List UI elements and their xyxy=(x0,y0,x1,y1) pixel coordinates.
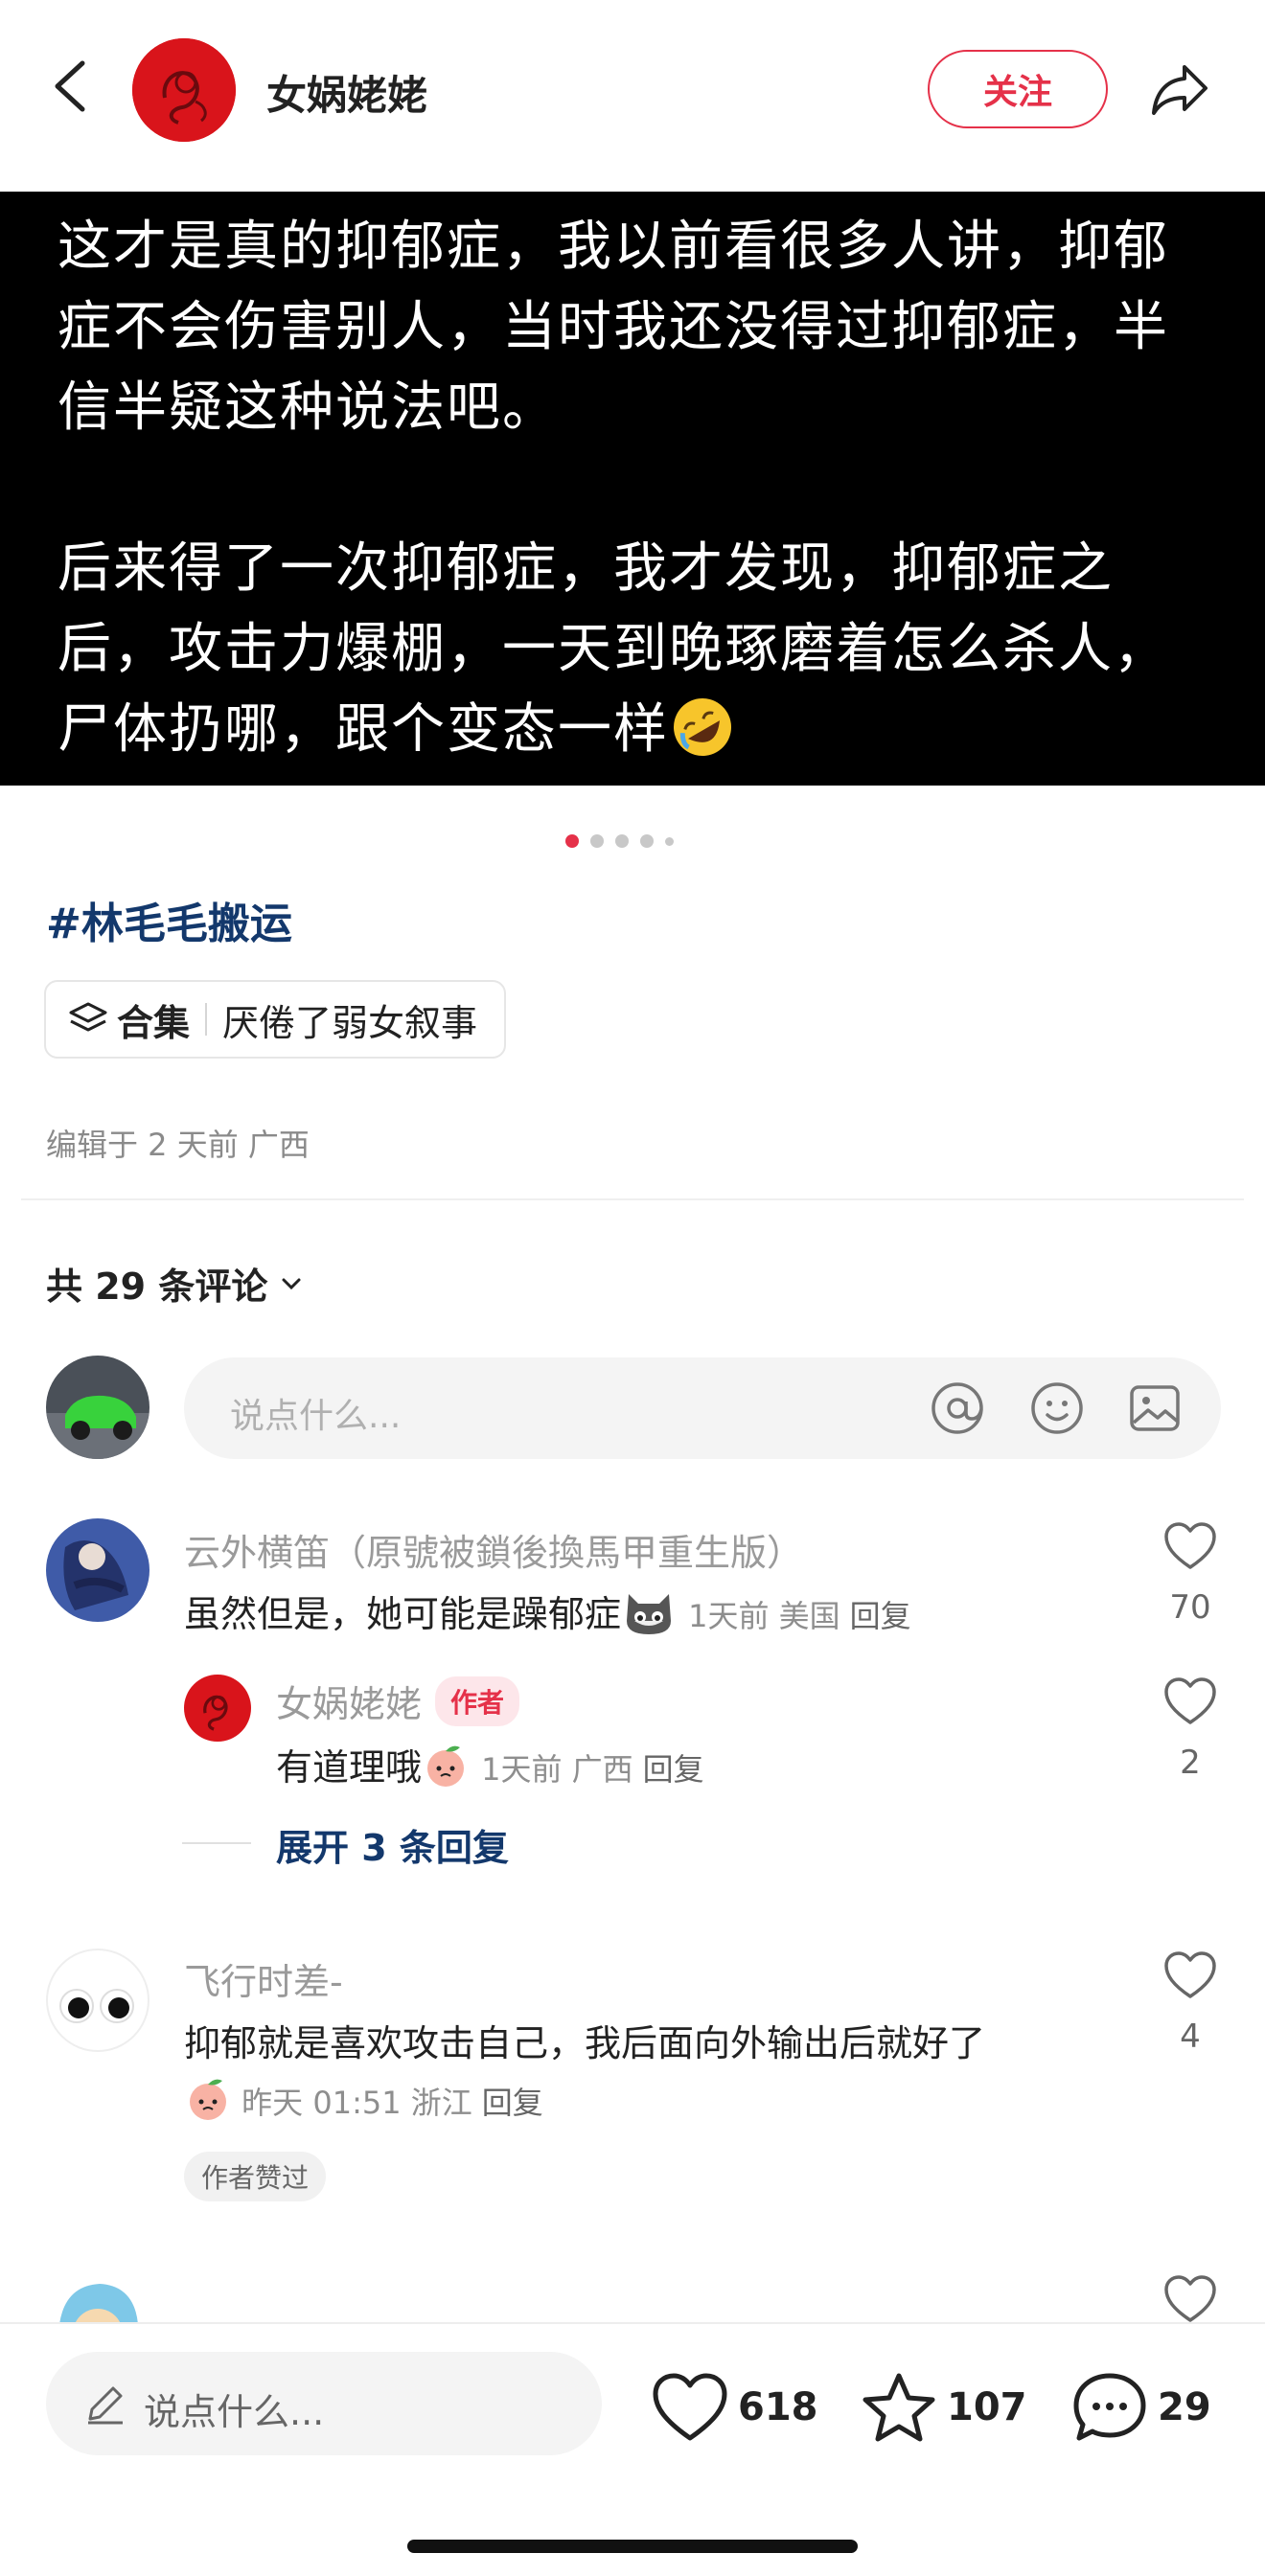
author-liked-badge: 作者赞过 xyxy=(184,2152,327,2201)
comment-bubble-icon xyxy=(1073,2373,1146,2441)
collection-chip[interactable]: 合集 厌倦了弱女叙事 xyxy=(44,980,507,1059)
collection-name: 厌倦了弱女叙事 xyxy=(222,1001,478,1044)
my-avatar xyxy=(46,1356,150,1459)
reply-header: 女娲姥姥 作者 xyxy=(276,1675,520,1727)
author-tag: 作者 xyxy=(435,1676,520,1726)
peach-emoji xyxy=(427,1745,465,1787)
divider xyxy=(21,1198,1244,1200)
back-arrow-icon[interactable] xyxy=(46,57,94,115)
comment-time: 昨天 01:51 xyxy=(242,2085,402,2121)
rolling-on-floor-laughing-emoji xyxy=(674,698,731,756)
layers-icon xyxy=(69,1002,107,1032)
reply-button[interactable]: 回复 xyxy=(850,1598,911,1634)
peach-emoji xyxy=(190,2079,226,2120)
bottom-input-placeholder: 说点什么... xyxy=(144,2391,325,2433)
author-avatar[interactable] xyxy=(184,1675,251,1742)
heart-icon[interactable] xyxy=(1163,1950,1217,2000)
like-button[interactable]: 618 xyxy=(652,2371,818,2444)
comment-time: 1天前 xyxy=(481,1751,563,1788)
expand-divider xyxy=(182,1842,251,1844)
comment-text: 虽然但是，她可能是躁郁症 1天前 美国 回复 xyxy=(184,1583,911,1638)
like-count: 2 xyxy=(1180,1744,1201,1782)
author-avatar[interactable] xyxy=(132,38,236,142)
like-count: 4 xyxy=(1180,2017,1201,2056)
comment-body: 有道理哦 xyxy=(276,1746,423,1789)
post-image-text: 这才是真的抑郁症，我以前看很多人讲，抑郁症不会伤害别人，当时我还没得过抑郁症，半… xyxy=(58,216,1169,761)
edit-meta: 编辑于 2 天前 广西 xyxy=(46,1127,310,1163)
comment-location: 浙江 xyxy=(410,2085,472,2121)
image-icon[interactable] xyxy=(1125,1379,1184,1438)
pencil-icon xyxy=(88,2386,123,2425)
post-image[interactable]: 这才是真的抑郁症，我以前看很多人讲，抑郁症不会伤害别人，当时我还没得过抑郁症，半… xyxy=(0,192,1265,786)
commenter-name[interactable]: 女娲姥姥 xyxy=(276,1675,422,1727)
comment-count-sort[interactable]: 共 29 条评论 xyxy=(46,1257,304,1310)
comment-body: 抑郁就是喜欢攻击自己，我后面向外输出后就好了 xyxy=(184,2022,986,2064)
commenter-name[interactable]: 云外横笛（原號被鎖後換馬甲重生版） xyxy=(184,1523,803,1576)
comment-meta: 1天前 美国 回复 xyxy=(688,1598,911,1634)
comments-button[interactable]: 29 xyxy=(1071,2371,1211,2444)
carousel-dot xyxy=(615,834,629,848)
heart-icon xyxy=(653,2373,727,2441)
share-icon[interactable] xyxy=(1146,56,1213,123)
follow-button[interactable]: 关注 xyxy=(928,50,1108,128)
like-count: 70 xyxy=(1169,1588,1211,1627)
chevron-down-icon xyxy=(282,1278,301,1289)
reply-button[interactable]: 回复 xyxy=(643,1751,704,1788)
author-name[interactable]: 女娲姥姥 xyxy=(266,63,427,122)
comment-input[interactable]: 说点什么... xyxy=(184,1357,1221,1459)
comment-input-placeholder: 说点什么... xyxy=(230,1397,402,1436)
favorite-button[interactable]: 107 xyxy=(861,2371,1027,2444)
star-icon xyxy=(862,2373,935,2442)
at-icon[interactable] xyxy=(928,1379,987,1438)
comment-location: 广西 xyxy=(571,1751,633,1788)
comment-text: 有道理哦 1天前 广西 回复 xyxy=(276,1738,704,1790)
like-count: 618 xyxy=(738,2385,818,2429)
heart-icon[interactable] xyxy=(1163,1521,1217,1571)
bottom-comment-input[interactable]: 说点什么... xyxy=(46,2352,602,2455)
commenter-name[interactable]: 飞行时差- xyxy=(184,1952,343,2005)
hashtag-link[interactable]: #林毛毛搬运 xyxy=(46,889,292,950)
comment-time: 1天前 xyxy=(688,1598,770,1634)
reply-button[interactable]: 回复 xyxy=(482,2085,543,2121)
commenter-avatar[interactable] xyxy=(46,1949,150,2052)
carousel-dot xyxy=(665,836,674,846)
expand-replies-button[interactable]: 展开 3 条回复 xyxy=(276,1818,509,1871)
collection-separator xyxy=(205,1003,208,1036)
heart-icon[interactable] xyxy=(1163,2274,1217,2324)
collection-label: 合集 xyxy=(117,1001,191,1044)
favorite-count: 107 xyxy=(947,2385,1027,2429)
carousel-dot xyxy=(640,834,654,848)
home-indicator[interactable] xyxy=(407,2540,858,2553)
comment-body: 虽然但是，她可能是躁郁症 xyxy=(184,1593,622,1635)
commenter-avatar[interactable] xyxy=(46,1518,150,1622)
comments-count: 29 xyxy=(1158,2385,1211,2429)
comment-meta: 昨天 01:51 浙江 回复 xyxy=(184,2075,543,2123)
comment-count-label: 共 29 条评论 xyxy=(46,1265,268,1308)
emoji-icon[interactable] xyxy=(1027,1379,1087,1438)
comment-meta: 1天前 广西 回复 xyxy=(481,1751,704,1788)
heart-icon[interactable] xyxy=(1163,1676,1217,1726)
carousel-dot xyxy=(565,834,579,848)
comment-location: 美国 xyxy=(778,1598,840,1634)
carousel-indicator xyxy=(565,832,700,851)
carousel-dot xyxy=(590,834,604,848)
cat-emoji xyxy=(627,1594,672,1634)
